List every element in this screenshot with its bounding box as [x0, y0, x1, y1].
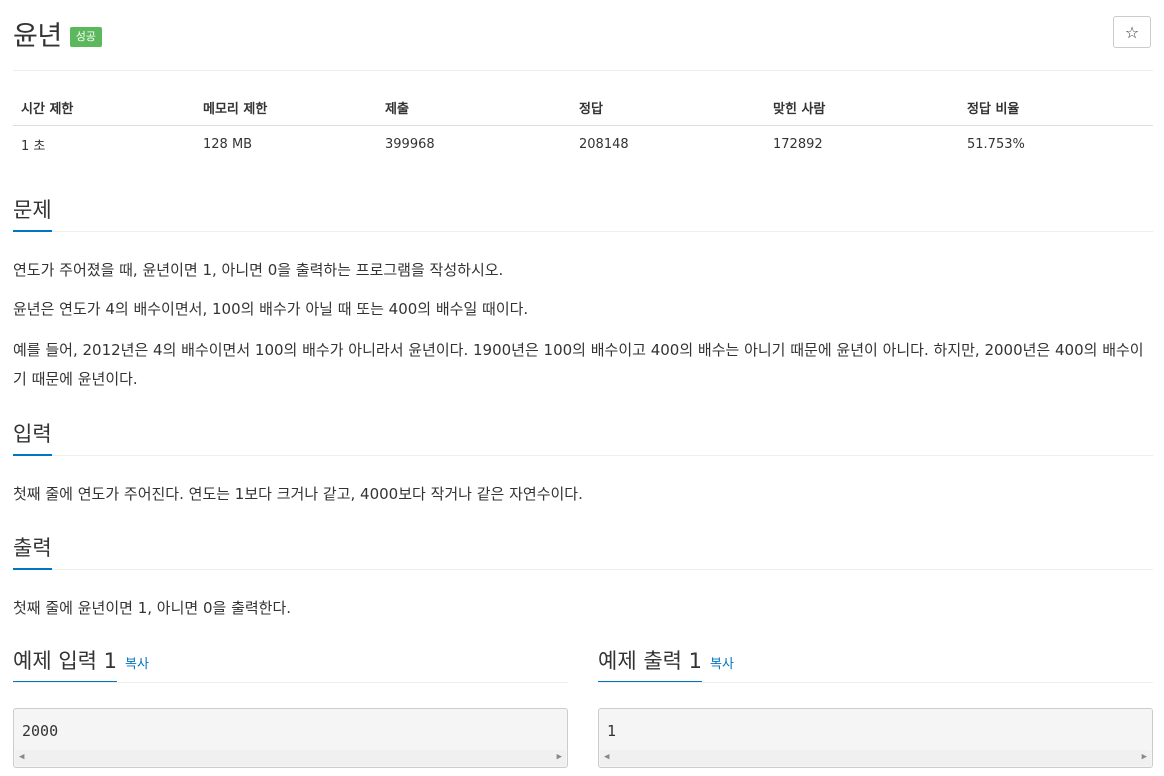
input-section-header: 입력: [13, 418, 1153, 456]
favorite-button[interactable]: ☆: [1113, 16, 1151, 48]
sample-input-heading: 예제 입력 1: [13, 645, 117, 683]
problem-description-2: 윤년은 연도가 4의 배수이면서, 100의 배수가 아닐 때 또는 400의 …: [13, 300, 529, 318]
submissions-value: 399968: [385, 136, 435, 152]
sample-output-box[interactable]: 1 ◀ ▶: [598, 708, 1153, 768]
header-memory-limit: 메모리 제한: [195, 89, 377, 126]
table-header-row: 시간 제한 메모리 제한 제출 정답 맞힌 사람 정답 비율: [13, 89, 1153, 126]
problem-heading: 문제: [13, 194, 52, 232]
divider: [13, 231, 1153, 232]
copy-input-button[interactable]: 복사: [125, 657, 149, 672]
scroll-left-icon[interactable]: ◀: [19, 752, 24, 762]
problem-header: 윤년 성공: [13, 14, 102, 53]
header-ratio: 정답 비율: [959, 89, 1153, 126]
divider: [13, 682, 568, 683]
status-badge: 성공: [69, 26, 102, 47]
scroll-right-icon[interactable]: ▶: [1142, 752, 1147, 762]
problem-description-3: 예를 들어, 2012년은 4의 배수이면서 100의 배수가 아니라서 윤년이…: [13, 341, 1144, 388]
sample-output-heading: 예제 출력 1: [598, 645, 702, 683]
input-description: 첫째 줄에 연도가 주어진다. 연도는 1보다 크거나 같고, 4000보다 작…: [13, 485, 583, 503]
header-accepted: 정답: [571, 89, 765, 126]
table-row: 1 초 128 MB 399968 208148 172892 51.753%: [13, 126, 1153, 163]
problem-section-header: 문제: [13, 194, 1153, 232]
horizontal-scrollbar[interactable]: ◀ ▶: [15, 750, 566, 766]
problem-description-1: 연도가 주어졌을 때, 윤년이면 1, 아니면 0을 출력하는 프로그램을 작성…: [13, 261, 504, 279]
divider: [13, 569, 1153, 570]
problem-info-table: 시간 제한 메모리 제한 제출 정답 맞힌 사람 정답 비율 1 초 128 M…: [13, 89, 1153, 162]
sample-input-box[interactable]: 2000 ◀ ▶: [13, 708, 568, 768]
sample-output-header: 예제 출력 1 복사: [598, 645, 1153, 683]
header-solvers: 맞힌 사람: [765, 89, 959, 126]
sample-input-header: 예제 입력 1 복사: [13, 645, 568, 683]
sample-input-text: 2000: [22, 722, 59, 740]
problem-title: 윤년: [13, 21, 62, 52]
ratio-value: 51.753%: [967, 136, 1025, 152]
scroll-left-icon[interactable]: ◀: [604, 752, 609, 762]
divider: [13, 70, 1153, 71]
input-heading: 입력: [13, 418, 52, 456]
copy-output-button[interactable]: 복사: [710, 657, 734, 672]
scroll-right-icon[interactable]: ▶: [557, 752, 562, 762]
star-icon: ☆: [1124, 22, 1140, 42]
horizontal-scrollbar[interactable]: ◀ ▶: [600, 750, 1151, 766]
header-time-limit: 시간 제한: [13, 89, 195, 126]
accepted-value: 208148: [579, 136, 629, 152]
divider: [13, 455, 1153, 456]
header-submissions: 제출: [377, 89, 571, 126]
output-section-header: 출력: [13, 532, 1153, 570]
sample-output-text: 1: [607, 722, 617, 740]
output-heading: 출력: [13, 532, 52, 570]
memory-limit-value: 128 MB: [203, 136, 253, 152]
solvers-value: 172892: [773, 136, 823, 152]
divider: [598, 682, 1153, 683]
output-description: 첫째 줄에 윤년이면 1, 아니면 0을 출력한다.: [13, 599, 292, 617]
time-limit-value: 1 초: [21, 138, 46, 154]
